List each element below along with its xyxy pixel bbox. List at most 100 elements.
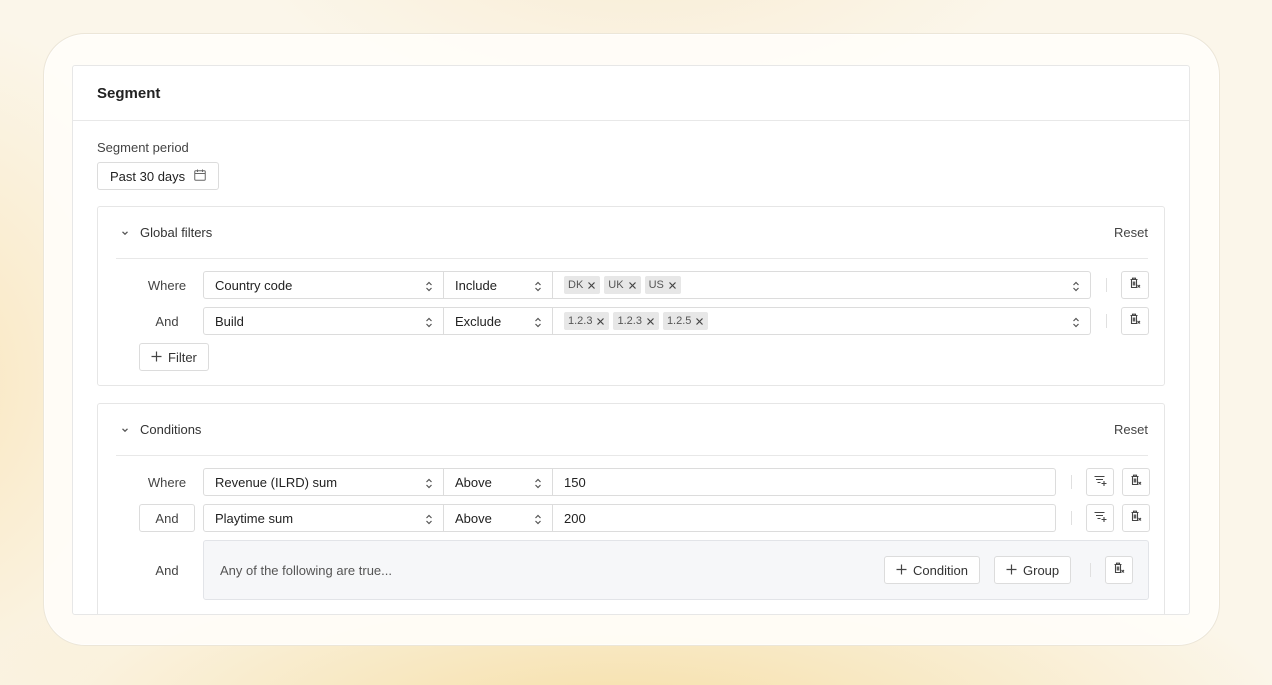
value-tag-label: 1.2.5 — [666, 315, 692, 327]
filter-add-icon — [1094, 509, 1107, 527]
condition-group: Any of the following are true... Conditi… — [203, 540, 1149, 600]
filter-add-icon — [1094, 473, 1107, 491]
close-icon[interactable] — [646, 317, 655, 326]
chevron-down-icon[interactable] — [116, 228, 134, 238]
value-tag-label: UK — [608, 279, 624, 291]
segment-period-label: Segment period — [97, 140, 189, 155]
condition-field-value: Playtime sum — [215, 510, 294, 526]
delete-filter-button[interactable] — [1121, 307, 1149, 335]
segment-card: Segment Segment period Past 30 days Glob… — [72, 65, 1190, 615]
filter-conjunction: Where — [147, 277, 187, 293]
conditions-title: Conditions — [140, 422, 202, 437]
add-group-button[interactable]: Group — [994, 556, 1072, 584]
conditions-header: Conditions Reset — [116, 404, 1148, 456]
close-icon[interactable] — [628, 281, 637, 290]
global-filters-section: Global filters Reset Where Country code … — [97, 206, 1165, 386]
chevron-updown-icon — [1072, 316, 1080, 331]
calendar-icon — [194, 169, 206, 184]
condition-field-select[interactable]: Playtime sum — [203, 504, 444, 532]
chevron-updown-icon — [425, 280, 433, 295]
conditions-section: Conditions Reset Where Revenue (ILRD) su… — [97, 403, 1165, 614]
trash-icon — [1129, 276, 1141, 294]
condition-value-input[interactable]: 150 — [553, 468, 1056, 496]
close-icon[interactable] — [596, 317, 605, 326]
chevron-updown-icon — [425, 477, 433, 492]
add-subfilter-button[interactable] — [1086, 468, 1114, 496]
chevron-updown-icon — [1072, 280, 1080, 295]
condition-operator-value: Above — [455, 474, 492, 490]
condition-conjunction-toggle[interactable]: And — [139, 504, 195, 532]
filter-row: Where Country code Include DK UK US — [139, 271, 1149, 299]
condition-operator-select[interactable]: Above — [444, 468, 553, 496]
condition-group-text: Any of the following are true... — [220, 563, 392, 578]
filter-operator-value: Exclude — [455, 313, 502, 329]
condition-value-input[interactable]: 200 — [553, 504, 1056, 532]
delete-group-button[interactable] — [1105, 556, 1133, 584]
value-tag-label: 1.2.3 — [568, 315, 593, 327]
value-tag: DK — [564, 276, 601, 294]
global-filters-title: Global filters — [140, 225, 213, 240]
global-filters-reset-button[interactable]: Reset — [1114, 225, 1148, 240]
plus-icon — [1006, 563, 1017, 578]
value-tag-label: DK — [568, 279, 584, 291]
value-tag: 1.2.3 — [564, 312, 610, 330]
condition-operator-select[interactable]: Above — [444, 504, 553, 532]
filter-field-value: Build — [215, 313, 244, 329]
value-tag: UK — [604, 276, 641, 294]
filter-field-select[interactable]: Country code — [203, 271, 444, 299]
add-group-label: Group — [1023, 562, 1060, 578]
trash-icon — [1129, 312, 1141, 330]
filter-field-select[interactable]: Build — [203, 307, 444, 335]
conditions-reset-button[interactable]: Reset — [1114, 422, 1148, 437]
filter-field-value: Country code — [215, 277, 293, 293]
condition-conjunction: Where — [147, 474, 187, 490]
chevron-updown-icon — [534, 316, 542, 331]
segment-period-picker[interactable]: Past 30 days — [97, 162, 220, 190]
group-conjunction: And — [155, 563, 179, 578]
add-filter-button[interactable]: Filter — [139, 343, 209, 371]
value-tag: 1.2.3 — [613, 312, 659, 330]
filter-conjunction: And — [155, 313, 179, 329]
trash-icon — [1130, 509, 1142, 527]
condition-row: Where Revenue (ILRD) sum Above 150 — [139, 468, 1150, 496]
filter-values-select[interactable]: DK UK US — [553, 271, 1091, 299]
chevron-updown-icon — [534, 477, 542, 492]
delete-condition-button[interactable] — [1122, 504, 1150, 532]
close-icon[interactable] — [695, 317, 704, 326]
segment-period-value: Past 30 days — [110, 168, 186, 184]
value-tag-label: US — [648, 279, 664, 291]
chevron-updown-icon — [534, 280, 542, 295]
chevron-updown-icon — [534, 513, 542, 528]
chevron-updown-icon — [425, 316, 433, 331]
add-filter-label: Filter — [168, 349, 197, 365]
chevron-down-icon[interactable] — [116, 425, 134, 435]
close-icon[interactable] — [668, 281, 677, 290]
card-title: Segment — [97, 84, 161, 102]
card-header: Segment — [73, 66, 1189, 121]
value-tag: US — [644, 276, 681, 294]
plus-icon — [896, 563, 907, 578]
filter-operator-select[interactable]: Exclude — [444, 307, 553, 335]
filter-operator-value: Include — [455, 277, 497, 293]
filter-values-select[interactable]: 1.2.3 1.2.3 1.2.5 — [553, 307, 1091, 335]
divider — [1106, 314, 1107, 328]
value-tag-label: 1.2.3 — [617, 315, 642, 327]
add-condition-label: Condition — [913, 562, 968, 578]
divider — [1071, 511, 1072, 525]
global-filters-header: Global filters Reset — [116, 207, 1148, 259]
divider — [1106, 278, 1107, 292]
filter-operator-select[interactable]: Include — [444, 271, 553, 299]
condition-value: 150 — [564, 474, 586, 490]
condition-operator-value: Above — [455, 510, 492, 526]
divider — [1071, 475, 1072, 489]
close-icon[interactable] — [587, 281, 596, 290]
delete-condition-button[interactable] — [1122, 468, 1150, 496]
value-tag: 1.2.5 — [662, 312, 709, 330]
condition-field-value: Revenue (ILRD) sum — [215, 474, 338, 490]
trash-icon — [1130, 473, 1142, 491]
add-subfilter-button[interactable] — [1086, 504, 1114, 532]
condition-field-select[interactable]: Revenue (ILRD) sum — [203, 468, 444, 496]
divider — [1090, 563, 1091, 577]
add-condition-button[interactable]: Condition — [884, 556, 980, 584]
delete-filter-button[interactable] — [1121, 271, 1149, 299]
